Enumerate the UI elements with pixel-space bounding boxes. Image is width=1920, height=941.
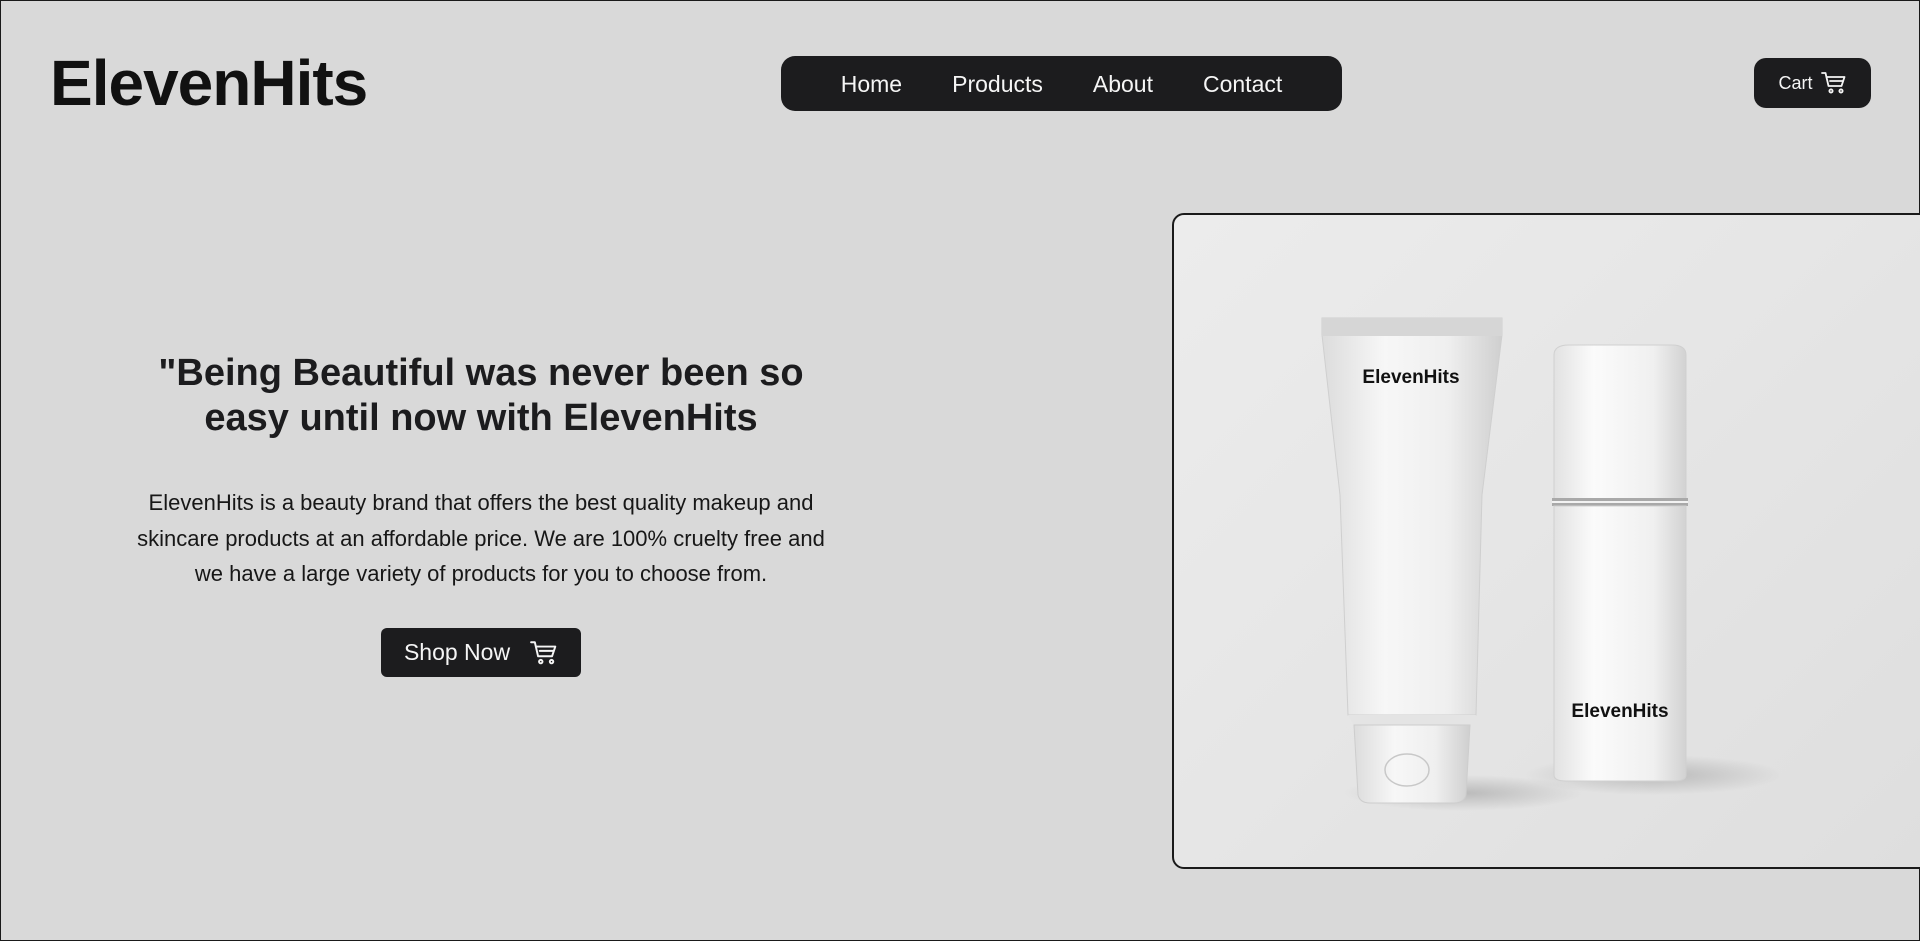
hero-title: "Being Beautiful was never been so easy … (91, 351, 871, 441)
hero-product-image: ElevenHits ElevenHits (1172, 213, 1920, 869)
shop-now-label: Shop Now (403, 639, 511, 665)
nav-products[interactable]: Products (952, 70, 1043, 98)
hero-description-line-2: skincare products at an affordable price… (137, 525, 825, 551)
product-photo: ElevenHits ElevenHits (1321, 317, 1784, 811)
brand-logo[interactable]: ElevenHits (50, 47, 368, 119)
nav-about[interactable]: About (1093, 70, 1153, 98)
hero-description: ElevenHits is a beauty brand that offers… (91, 485, 871, 592)
bottle-product: ElevenHits (1552, 344, 1688, 782)
shop-now-button[interactable]: Shop Now (381, 628, 581, 677)
hero-title-line-2: easy until now with ElevenHits (204, 397, 758, 439)
nav-home[interactable]: Home (841, 70, 902, 98)
cart-icon (1820, 71, 1847, 95)
cart-button-label: Cart (1778, 72, 1813, 93)
cart-button[interactable]: Cart (1754, 58, 1871, 108)
nav-contact[interactable]: Contact (1203, 70, 1282, 98)
tube-product: ElevenHits (1321, 317, 1503, 804)
page-frame: ElevenHits Home Products About Contact C… (0, 0, 1920, 941)
hero-title-line-1: "Being Beautiful was never been so (158, 352, 804, 394)
cart-icon (530, 640, 558, 666)
hero-description-line-3: we have a large variety of products for … (194, 561, 768, 586)
main-nav: Home Products About Contact (781, 56, 1342, 111)
tube-label: ElevenHits (1362, 367, 1459, 388)
hero-text: "Being Beautiful was never been so easy … (91, 351, 871, 592)
hero-description-line-1: ElevenHits is a beauty brand that offers… (148, 490, 814, 515)
bottle-label: ElevenHits (1571, 701, 1668, 722)
